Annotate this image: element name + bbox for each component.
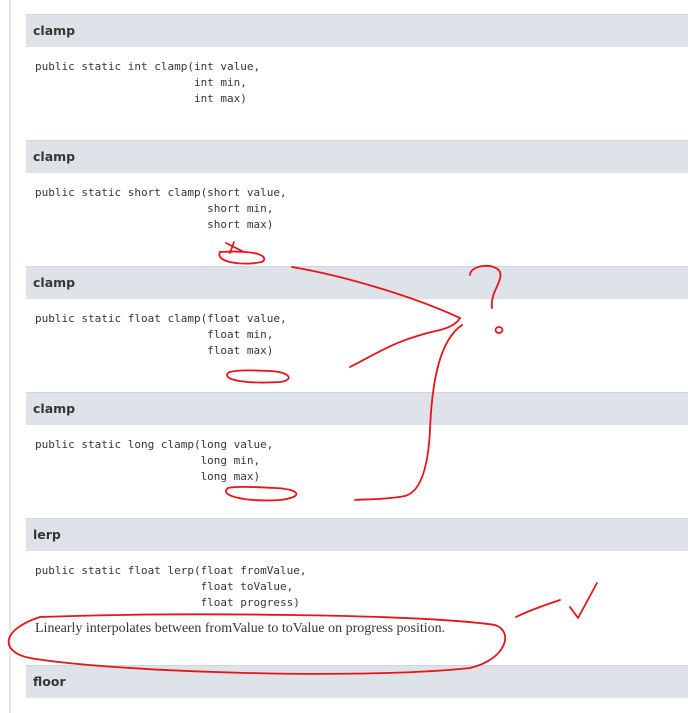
annotation-underline-oval xyxy=(218,250,266,265)
signature-line: float toValue, xyxy=(35,580,294,593)
method-name: clamp xyxy=(26,266,688,299)
signature-line: public static float lerp(float fromValue… xyxy=(35,564,307,577)
method-name: clamp xyxy=(26,14,688,47)
signature-line: short max) xyxy=(35,218,274,231)
method-detail: public static short clamp(short value, s… xyxy=(26,173,688,249)
method-detail: public static long clamp(long value, lon… xyxy=(26,425,688,501)
signature-line: float min, xyxy=(35,328,274,341)
method-clamp-short: clamp public static short clamp(short va… xyxy=(26,140,688,249)
signature-line: long max) xyxy=(35,470,261,483)
signature-line: public static long clamp(long value, xyxy=(35,438,274,451)
method-signature: public static long clamp(long value, lon… xyxy=(35,437,688,485)
method-name: clamp xyxy=(26,140,688,173)
method-signature: public static short clamp(short value, s… xyxy=(35,185,688,233)
method-detail: public static int clamp(int value, int m… xyxy=(26,47,688,123)
method-detail: public static float clamp(float value, f… xyxy=(26,299,688,375)
method-name: clamp xyxy=(26,392,688,425)
method-clamp-int: clamp public static int clamp(int value,… xyxy=(26,14,688,123)
method-name: lerp xyxy=(26,518,688,551)
method-signature: public static float lerp(float fromValue… xyxy=(35,563,688,611)
signature-line: public static short clamp(short value, xyxy=(35,186,287,199)
method-clamp-float: clamp public static float clamp(float va… xyxy=(26,266,688,375)
signature-line: float progress) xyxy=(35,596,300,609)
method-description: Linearly interpolates between fromValue … xyxy=(35,621,446,636)
signature-line: int max) xyxy=(35,92,247,105)
method-clamp-long: clamp public static long clamp(long valu… xyxy=(26,392,688,501)
method-floor: floor xyxy=(26,665,688,698)
signature-line: public static int clamp(int value, xyxy=(35,60,261,73)
signature-line: float max) xyxy=(35,344,274,357)
signature-line: int min, xyxy=(35,76,247,89)
method-signature: public static float clamp(float value, f… xyxy=(35,311,688,359)
method-signature: public static int clamp(int value, int m… xyxy=(35,59,688,107)
signature-line: short min, xyxy=(35,202,274,215)
method-detail: public static float lerp(float fromValue… xyxy=(26,551,688,663)
signature-line: long min, xyxy=(35,454,261,467)
left-border xyxy=(9,0,11,713)
signature-line: public static float clamp(float value, xyxy=(35,312,287,325)
method-lerp: lerp public static float lerp(float from… xyxy=(26,518,688,663)
method-name: floor xyxy=(26,665,688,698)
